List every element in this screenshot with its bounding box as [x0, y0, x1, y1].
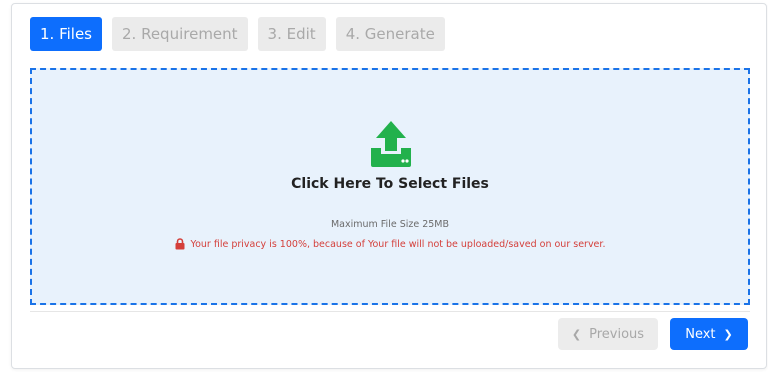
- next-label: Next: [685, 326, 716, 342]
- tab-requirement[interactable]: 2. Requirement: [112, 17, 248, 51]
- privacy-notice: Your file privacy is 100%, because of Yo…: [32, 238, 748, 250]
- upload-icon: [371, 121, 411, 167]
- lock-icon: [175, 238, 185, 250]
- chevron-left-icon: ❮: [571, 327, 582, 341]
- next-button[interactable]: Next ❯: [670, 318, 748, 350]
- divider: [30, 311, 750, 312]
- chevron-right-icon: ❯: [723, 327, 733, 341]
- previous-button[interactable]: ❮ Previous: [558, 318, 658, 350]
- file-dropzone[interactable]: Click Here To Select Files Maximum File …: [30, 68, 750, 305]
- tab-files[interactable]: 1. Files: [30, 17, 102, 51]
- previous-label: Previous: [589, 326, 645, 342]
- max-file-size-text: Maximum File Size 25MB: [330, 219, 450, 230]
- select-files-title: Click Here To Select Files: [291, 176, 489, 192]
- tab-generate[interactable]: 4. Generate: [335, 17, 445, 51]
- tab-edit[interactable]: 3. Edit: [257, 17, 326, 51]
- privacy-text: Your file privacy is 100%, because of Yo…: [190, 238, 606, 250]
- step-tabs: 1. Files 2. Requirement 3. Edit 4. Gener…: [30, 17, 445, 51]
